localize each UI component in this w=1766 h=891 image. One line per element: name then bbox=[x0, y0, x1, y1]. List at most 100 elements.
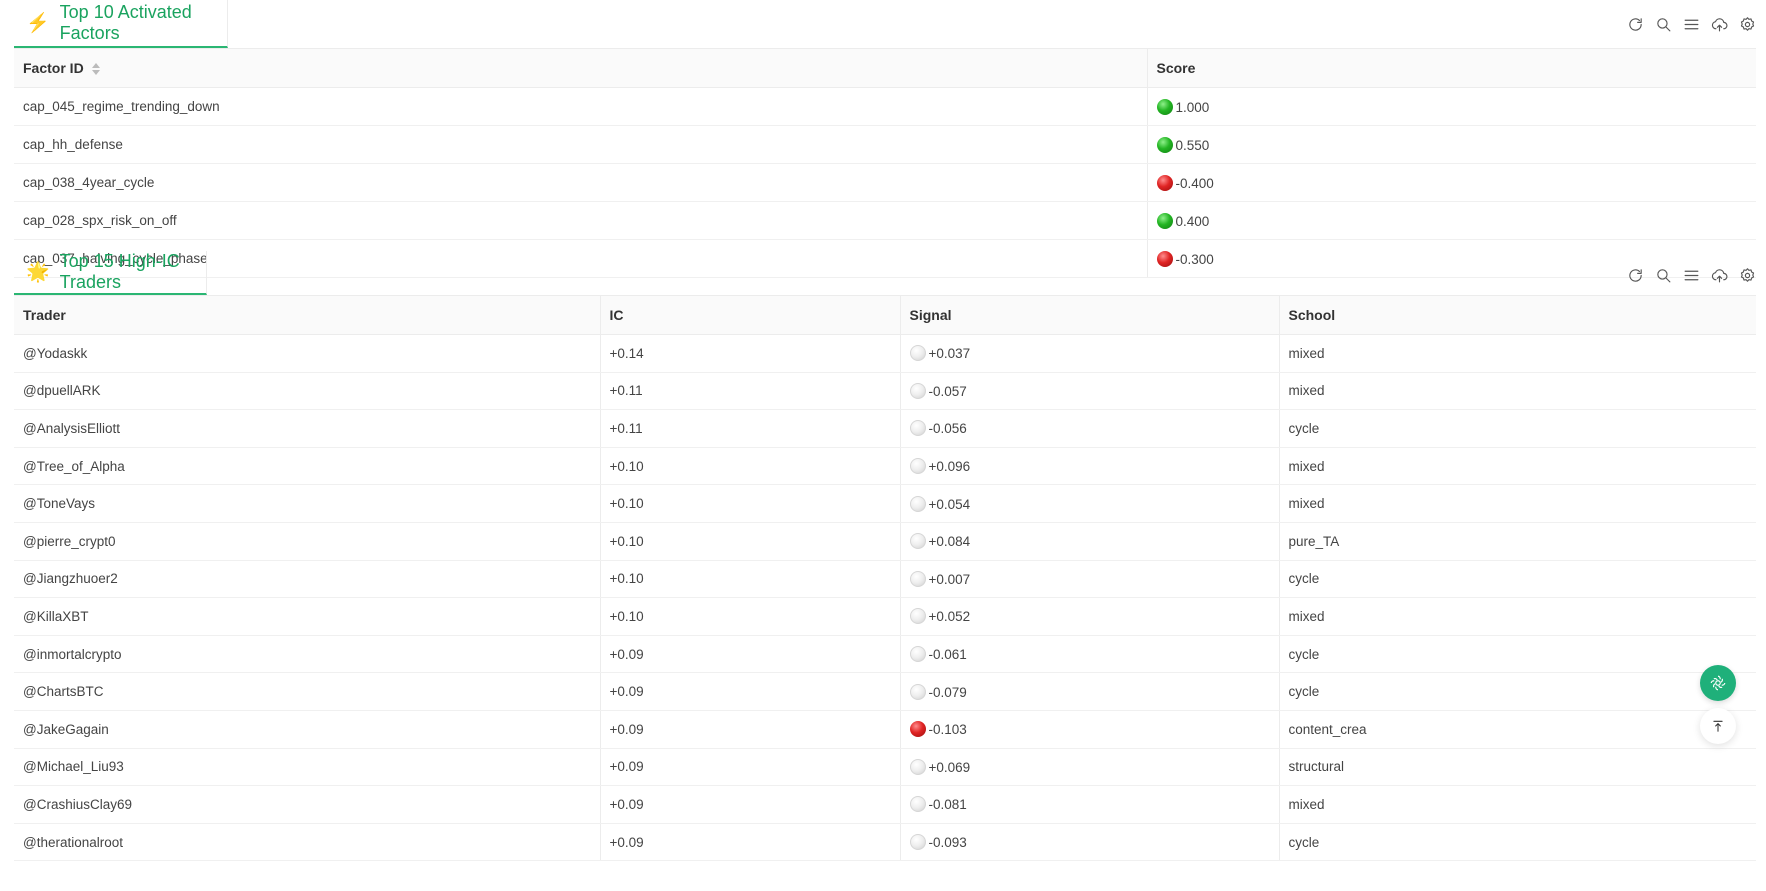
signal-cell: +0.096 bbox=[900, 447, 1280, 486]
column-header-signal: Signal bbox=[900, 295, 1280, 335]
status-white-dot-icon bbox=[909, 834, 926, 851]
status-red-dot-icon bbox=[1156, 174, 1173, 191]
score-value: 0.400 bbox=[1175, 213, 1210, 229]
status-white-dot-icon bbox=[909, 495, 926, 512]
table-row[interactable]: @inmortalcrypto +0.09 -0.061 cycle bbox=[14, 635, 1756, 674]
status-white-dot-icon bbox=[909, 458, 926, 475]
trader-cell: @dpuellARK bbox=[14, 372, 601, 411]
trader-cell: @ToneVays bbox=[14, 484, 601, 523]
star-icon: 🌟 bbox=[26, 261, 50, 283]
cloud-upload-icon[interactable] bbox=[1710, 15, 1728, 33]
table-row[interactable]: cap_045_regime_trending_down 1.000 bbox=[14, 87, 1756, 126]
trader-cell: @ChartsBTC bbox=[14, 672, 601, 711]
factor-id-cell: cap_038_4year_cycle bbox=[14, 163, 1148, 202]
signal-value: +0.007 bbox=[928, 571, 971, 587]
search-icon[interactable] bbox=[1654, 266, 1672, 284]
trader-cell: @Jiangzhuoer2 bbox=[14, 560, 601, 599]
trader-cell: @Michael_Liu93 bbox=[14, 748, 601, 787]
search-icon[interactable] bbox=[1654, 15, 1672, 33]
table-header-row: Trader IC Signal School bbox=[14, 295, 1756, 335]
ic-value: +0.11 bbox=[609, 420, 643, 436]
school-value: cycle bbox=[1288, 646, 1320, 662]
settings-icon[interactable] bbox=[1738, 266, 1756, 284]
column-header-score: Score bbox=[1147, 48, 1756, 88]
cloud-upload-icon[interactable] bbox=[1710, 266, 1728, 284]
tab-title: Top 10 Activated Factors bbox=[59, 2, 192, 43]
table-row[interactable]: @therationalroot +0.09 -0.093 cycle bbox=[14, 823, 1756, 862]
table-row[interactable]: @Yodaskk +0.14 +0.037 mixed bbox=[14, 334, 1756, 373]
ic-cell: +0.11 bbox=[600, 372, 901, 411]
ic-value: +0.11 bbox=[609, 383, 643, 399]
signal-value: +0.069 bbox=[928, 759, 971, 775]
table-row[interactable]: @KillaXBT +0.10 +0.052 mixed bbox=[14, 597, 1756, 636]
signal-cell: +0.054 bbox=[900, 484, 1280, 523]
score-cell: -0.400 bbox=[1147, 163, 1756, 202]
signal-cell: -0.061 bbox=[900, 635, 1280, 674]
status-white-dot-icon bbox=[909, 533, 926, 550]
table-row[interactable]: @ChartsBTC +0.09 -0.079 cycle bbox=[14, 672, 1756, 711]
menu-icon[interactable] bbox=[1682, 266, 1700, 284]
table-row[interactable]: @JakeGagain +0.09 -0.103 content_crea bbox=[14, 710, 1756, 749]
table-row[interactable]: @Jiangzhuoer2 +0.10 +0.007 cycle bbox=[14, 560, 1756, 599]
signal-cell: -0.103 bbox=[900, 710, 1280, 749]
ic-value: +0.09 bbox=[609, 834, 644, 850]
ai-assistant-button[interactable] bbox=[1700, 665, 1736, 701]
menu-icon[interactable] bbox=[1682, 15, 1700, 33]
factors-tabbar: ⚡ Top 10 Activated Factors bbox=[14, 0, 1756, 48]
school-cell: mixed bbox=[1279, 334, 1756, 373]
school-value: mixed bbox=[1288, 496, 1325, 512]
status-white-dot-icon bbox=[909, 796, 926, 813]
trader-cell: @CrashiusClay69 bbox=[14, 785, 601, 824]
trader-cell: @JakeGagain bbox=[14, 710, 601, 749]
status-white-dot-icon bbox=[909, 420, 926, 437]
ic-value: +0.10 bbox=[609, 608, 644, 624]
signal-value: -0.061 bbox=[928, 647, 967, 663]
status-green-dot-icon bbox=[1156, 212, 1173, 229]
column-header-factor-id[interactable]: Factor ID bbox=[14, 48, 1148, 88]
table-row[interactable]: @ToneVays +0.10 +0.054 mixed bbox=[14, 484, 1756, 523]
factors-table: Factor ID Score cap_045_regime_trending_… bbox=[14, 48, 1756, 278]
trader-cell: @Tree_of_Alpha bbox=[14, 447, 601, 486]
ic-cell: +0.09 bbox=[600, 823, 901, 862]
signal-cell: +0.052 bbox=[900, 597, 1280, 636]
table-row[interactable]: cap_038_4year_cycle -0.400 bbox=[14, 163, 1756, 202]
signal-cell: +0.069 bbox=[900, 748, 1280, 787]
settings-icon[interactable] bbox=[1738, 15, 1756, 33]
table-row[interactable]: @Michael_Liu93 +0.09 +0.069 structural bbox=[14, 748, 1756, 787]
trader-handle: @Tree_of_Alpha bbox=[23, 458, 125, 474]
sort-icon[interactable] bbox=[91, 63, 100, 76]
tab-top-traders[interactable]: 🌟 Top 15 High-IC Traders bbox=[14, 251, 207, 295]
ic-value: +0.10 bbox=[609, 571, 644, 587]
score-cell: 0.550 bbox=[1147, 125, 1756, 164]
table-row[interactable]: @pierre_crypt0 +0.10 +0.084 pure_TA bbox=[14, 522, 1756, 561]
ic-cell: +0.09 bbox=[600, 635, 901, 674]
table-row[interactable]: @AnalysisElliott +0.11 -0.056 cycle bbox=[14, 409, 1756, 448]
table-row[interactable]: cap_hh_defense 0.550 bbox=[14, 125, 1756, 164]
factor-id: cap_038_4year_cycle bbox=[23, 175, 155, 190]
table-row[interactable]: @CrashiusClay69 +0.09 -0.081 mixed bbox=[14, 785, 1756, 824]
refresh-icon[interactable] bbox=[1626, 15, 1644, 33]
school-cell: pure_TA bbox=[1279, 522, 1756, 561]
school-value: structural bbox=[1288, 759, 1345, 775]
table-row[interactable]: @Tree_of_Alpha +0.10 +0.096 mixed bbox=[14, 447, 1756, 486]
ic-cell: +0.10 bbox=[600, 447, 901, 486]
trader-handle: @pierre_crypt0 bbox=[23, 533, 116, 549]
signal-value: -0.056 bbox=[928, 421, 967, 437]
signal-cell: -0.056 bbox=[900, 409, 1280, 448]
back-to-top-button[interactable] bbox=[1700, 708, 1736, 744]
table-row[interactable]: @dpuellARK +0.11 -0.057 mixed bbox=[14, 372, 1756, 411]
ic-cell: +0.10 bbox=[600, 522, 901, 561]
school-value: pure_TA bbox=[1288, 533, 1340, 549]
tab-top-factors[interactable]: ⚡ Top 10 Activated Factors bbox=[14, 0, 228, 48]
trader-handle: @Jiangzhuoer2 bbox=[23, 571, 118, 587]
column-header-trader: Trader bbox=[14, 295, 601, 335]
refresh-icon[interactable] bbox=[1626, 266, 1644, 284]
ic-cell: +0.09 bbox=[600, 672, 901, 711]
trader-handle: @Michael_Liu93 bbox=[23, 759, 124, 775]
factors-toolbar bbox=[1626, 0, 1756, 48]
school-cell: cycle bbox=[1279, 672, 1756, 711]
table-row[interactable]: cap_028_spx_risk_on_off 0.400 bbox=[14, 201, 1756, 240]
factor-id-cell: cap_045_regime_trending_down bbox=[14, 87, 1148, 126]
signal-cell: +0.084 bbox=[900, 522, 1280, 561]
school-value: mixed bbox=[1288, 345, 1325, 361]
